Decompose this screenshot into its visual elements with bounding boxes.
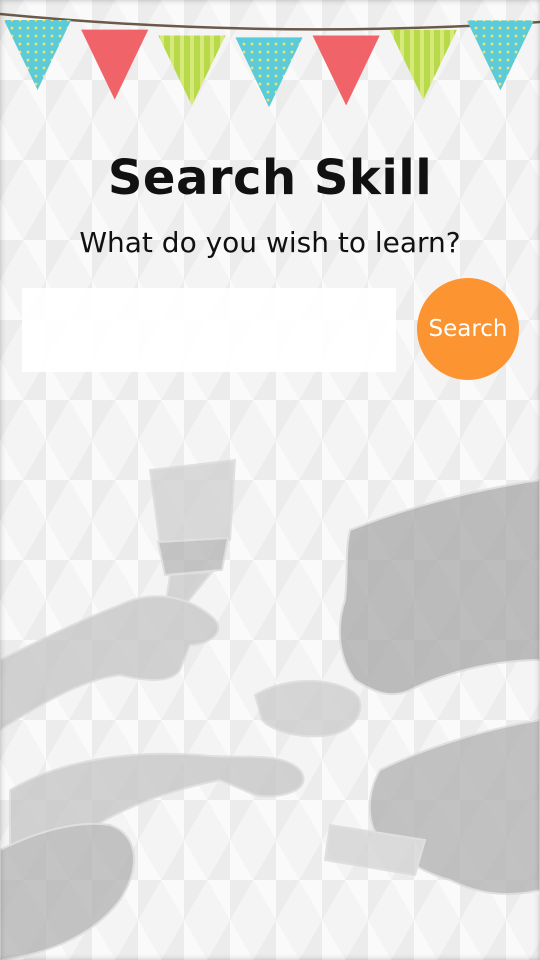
search-skill-screen: Search Skill What do you wish to learn? … (0, 0, 540, 960)
bunting-flag (158, 35, 226, 106)
bunting-flag (235, 37, 303, 108)
paintbrush-bristles-shape (148, 458, 237, 547)
bunting-decoration (0, 12, 540, 108)
bunting-flag (312, 35, 380, 106)
hands-illustration (0, 458, 540, 960)
bunting-flag (4, 20, 72, 91)
search-button[interactable]: Search (417, 278, 519, 380)
page-title: Search Skill (107, 150, 433, 206)
bunting-flag (389, 29, 457, 100)
search-input[interactable] (22, 288, 396, 372)
bunting-flag (466, 20, 534, 91)
bunting-flag (81, 29, 149, 100)
page-subtitle: What do you wish to learn? (79, 226, 461, 259)
